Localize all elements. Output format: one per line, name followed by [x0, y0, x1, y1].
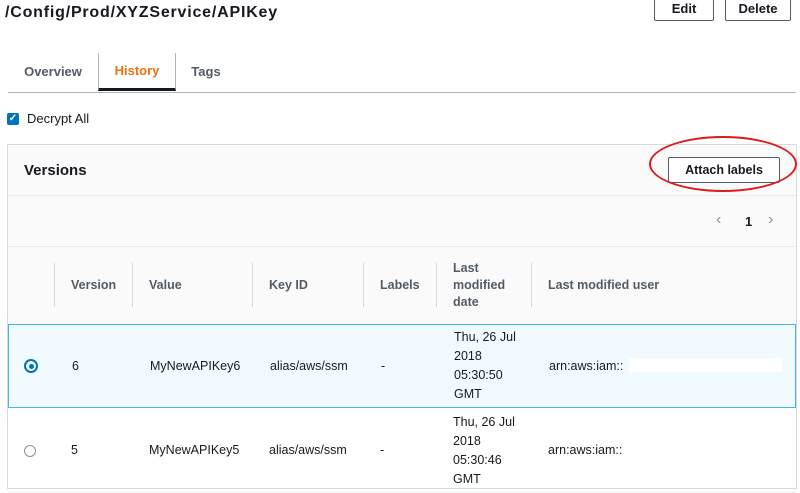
cell-value: MyNewAPIKey6 — [150, 358, 241, 373]
column-header-labels[interactable]: Labels — [363, 247, 436, 324]
tab-bar: Overview History Tags — [8, 53, 796, 93]
table-row[interactable]: 6 MyNewAPIKey6 alias/aws/ssm - Thu, 26 J… — [8, 324, 796, 408]
edit-button[interactable]: Edit — [654, 0, 714, 21]
tab-history[interactable]: History — [98, 53, 176, 91]
chevron-left-icon[interactable]: ‹ — [716, 211, 721, 229]
versions-title: Versions — [24, 162, 87, 179]
table-row[interactable]: 5 MyNewAPIKey5 alias/aws/ssm - Thu, 26 J… — [8, 409, 796, 493]
row-radio-selected[interactable] — [24, 359, 38, 373]
column-header-last-modified-user[interactable]: Last modified user — [531, 247, 796, 324]
decrypt-all-control: ✓ Decrypt All — [7, 111, 89, 126]
decrypt-all-checkbox[interactable]: ✓ — [7, 112, 19, 125]
column-header-select — [8, 247, 54, 324]
decrypt-all-label: Decrypt All — [27, 111, 90, 126]
cell-labels: - — [381, 358, 386, 373]
cell-key-id: alias/aws/ssm — [270, 358, 348, 373]
versions-panel: Versions Attach labels ‹ 1 › Version Val… — [7, 136, 797, 493]
attach-labels-button[interactable]: Attach labels — [668, 157, 780, 183]
column-header-last-modified-date[interactable]: Last modified date — [436, 247, 531, 324]
tab-overview[interactable]: Overview — [8, 53, 98, 90]
cell-user: arn:aws:iam:: — [548, 443, 623, 457]
chevron-right-icon[interactable]: › — [768, 211, 773, 229]
column-header-value[interactable]: Value — [132, 247, 252, 324]
cell-version: 6 — [72, 358, 79, 373]
table-header: Version Value Key ID Labels Last modifie… — [8, 247, 796, 325]
cell-value: MyNewAPIKey5 — [149, 443, 240, 457]
cell-date: Thu, 26 Jul 2018 05:30:46 GMT — [453, 414, 515, 486]
cell-version: 5 — [71, 443, 78, 457]
page-title: /Config/Prod/XYZService/APIKey — [5, 4, 278, 21]
tab-tags[interactable]: Tags — [174, 53, 238, 90]
row-radio[interactable] — [24, 444, 36, 457]
checkmark-icon: ✓ — [8, 113, 18, 124]
cell-date: Thu, 26 Jul 2018 05:30:50 GMT — [454, 330, 516, 401]
column-header-version[interactable]: Version — [54, 247, 132, 324]
delete-button[interactable]: Delete — [725, 0, 791, 21]
column-header-key-id[interactable]: Key ID — [252, 247, 363, 324]
cell-key-id: alias/aws/ssm — [269, 443, 347, 457]
cell-labels: - — [380, 443, 385, 457]
redaction-block — [629, 358, 782, 372]
page-number[interactable]: 1 — [745, 214, 752, 229]
pagination: ‹ 1 › — [8, 196, 796, 247]
versions-header: Versions Attach labels — [8, 136, 797, 196]
